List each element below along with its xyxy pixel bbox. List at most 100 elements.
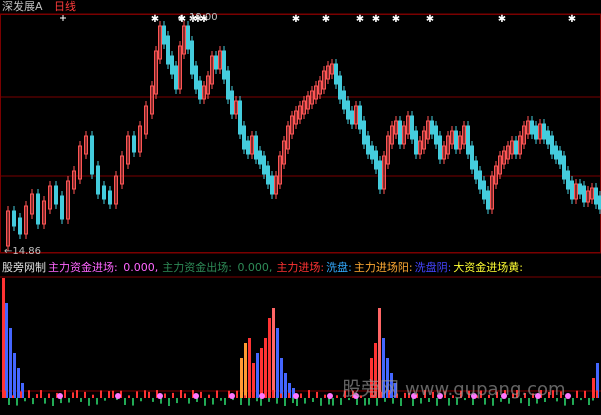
star-marker-icon: ✱: [292, 14, 300, 25]
candle-body: [12, 210, 16, 227]
candle-body: [358, 105, 362, 130]
candle-body: [226, 70, 230, 100]
candle-body: [246, 140, 250, 155]
field-value: 0.000,: [237, 261, 273, 274]
star-marker-icon: ✱: [426, 14, 434, 25]
baseline-tick: [16, 398, 18, 406]
baseline-tick: [48, 393, 50, 398]
candle-body: [18, 217, 22, 235]
indicator-bar: [256, 353, 259, 398]
baseline-tick: [308, 390, 310, 398]
signal-dot: [327, 393, 333, 399]
chart-canvas[interactable]: ✱ ✱ ✱✱✱ ✱ ✱ ✱ ✱ ✱ ✱ ✱ ✱: [0, 0, 601, 415]
candle-body: [254, 135, 258, 160]
star-marker-icon: ✱: [178, 14, 186, 25]
baseline-tick: [252, 391, 254, 398]
candle-body: [214, 55, 218, 70]
baseline-tick: [168, 398, 170, 406]
star-marker-icon: ✱: [372, 14, 380, 25]
baseline-tick: [332, 398, 334, 406]
candle-body: [350, 110, 354, 125]
main-inflow-field: 主力资金进场: 0.000,: [48, 261, 160, 275]
baseline-tick: [140, 398, 142, 402]
baseline-tick: [188, 398, 190, 404]
candle-body: [378, 160, 382, 190]
candle-body: [230, 90, 234, 115]
indicator-bar: [2, 278, 5, 398]
candle-body: [470, 145, 474, 170]
candle-body: [96, 165, 100, 195]
candle-body: [554, 145, 558, 160]
candle-body: [514, 140, 518, 155]
star-marker-icon: ✱: [356, 14, 364, 25]
watermark: 股旁网 www.gupang.com: [342, 374, 566, 401]
indicator-bar: [280, 358, 283, 398]
candle-body: [466, 125, 470, 155]
baseline-tick: [216, 390, 218, 398]
baseline-tick: [260, 398, 262, 406]
baseline-tick: [220, 398, 222, 401]
baseline-tick: [92, 394, 94, 398]
baseline-tick: [136, 391, 138, 398]
baseline-tick: [268, 398, 270, 402]
main-outflow-field: 主力资金出场: 0.000,: [162, 261, 274, 275]
indicator-bar: [240, 358, 243, 398]
baseline-tick: [28, 390, 30, 398]
candle-body: [60, 195, 64, 220]
candle-body: [566, 170, 570, 190]
baseline-tick: [104, 398, 106, 401]
baseline-tick: [12, 395, 14, 398]
candle-body: [454, 130, 458, 150]
baseline-tick: [172, 392, 174, 398]
baseline-tick: [36, 394, 38, 398]
baseline-tick: [72, 392, 74, 398]
baseline-tick: [280, 393, 282, 398]
candle-body: [186, 25, 190, 50]
candle-body: [374, 150, 378, 170]
star-marker-icon: ✱: [498, 14, 506, 25]
washout-field: 洗盘:: [326, 261, 352, 274]
field-value: 0.000,: [123, 261, 159, 274]
field-label: 主力资金进场:: [48, 261, 118, 274]
low-price-label: ←14.86: [4, 246, 42, 257]
baseline-tick: [176, 398, 178, 404]
candle-body: [438, 135, 442, 160]
watermark-url: www.gupang.com: [405, 379, 566, 400]
main-entry-up-field: 主力进场阳:: [353, 261, 413, 274]
baseline-tick: [316, 391, 318, 398]
signal-dot: [293, 393, 299, 399]
baseline-tick: [296, 398, 298, 406]
period-label[interactable]: 日线: [54, 1, 76, 13]
baseline-tick: [304, 398, 306, 404]
indicator-bar: [260, 348, 263, 398]
candle-body: [166, 35, 170, 65]
candle-body: [530, 120, 534, 135]
baseline-tick: [580, 398, 582, 401]
candle-body: [174, 65, 178, 90]
indicator-bar: [13, 353, 16, 398]
baseline-tick: [336, 395, 338, 398]
baseline-tick: [100, 390, 102, 398]
candle-body: [198, 80, 202, 100]
star-marker-icon: ✱: [392, 14, 400, 25]
candle-body: [242, 125, 246, 150]
baseline-tick: [592, 398, 594, 401]
baseline-tick: [52, 398, 54, 406]
baseline-tick: [184, 393, 186, 398]
star-marker-icon: ✱: [322, 14, 330, 25]
indicator-bar: [17, 368, 20, 398]
baseline-tick: [64, 390, 66, 398]
candle-body: [334, 63, 338, 85]
baseline-tick: [292, 398, 294, 404]
candle-body: [534, 125, 538, 140]
candle-body: [262, 155, 266, 175]
signal-dot: [259, 393, 265, 399]
candle-body: [478, 170, 482, 190]
baseline-tick: [284, 398, 286, 406]
baseline-tick: [244, 395, 246, 398]
signal-dot: [565, 393, 571, 399]
candle-body: [36, 193, 40, 225]
candle-body: [414, 130, 418, 155]
indicator-bar: [284, 373, 287, 398]
indicator-name: 股旁网制: [2, 261, 46, 274]
